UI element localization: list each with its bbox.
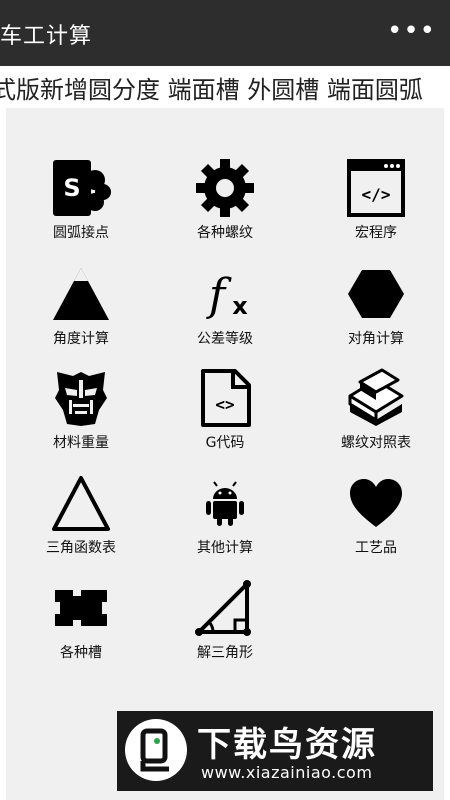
grid-item-material-weight[interactable]: 材料重量	[6, 368, 156, 468]
hexagon-icon	[346, 264, 406, 324]
svg-text:f: f	[206, 270, 232, 321]
function-icon: f x	[195, 264, 255, 324]
right-triangle-icon	[195, 578, 255, 638]
grid-item-craft[interactable]: 工艺品	[301, 473, 450, 573]
grid-item-label: 各种槽	[60, 645, 102, 661]
watermark-brand: 下载鸟资源	[197, 725, 377, 765]
grid-item-angle-calc[interactable]: 角度计算	[6, 264, 156, 364]
android-icon	[195, 473, 255, 533]
grid-item-label: G代码	[205, 435, 245, 451]
heart-icon	[346, 473, 406, 533]
code-window-icon: </>	[346, 158, 406, 218]
transformers-icon	[51, 368, 111, 428]
grid-item-label: 各种螺纹	[197, 225, 253, 241]
grid-item-thread-table[interactable]: 螺纹对照表	[301, 368, 450, 468]
grid-item-label: 对角计算	[348, 331, 404, 347]
svg-text:<>: <>	[215, 395, 234, 414]
gear-icon	[195, 158, 255, 218]
grid-item-label: 材料重量	[53, 435, 109, 451]
grid-item-label: 螺纹对照表	[341, 435, 411, 451]
grid-item-label: 公差等级	[197, 331, 253, 347]
grid-item-label: 圆弧接点	[53, 225, 109, 241]
grid-item-other-calc[interactable]: 其他计算	[150, 473, 300, 573]
grid-item-label: 工艺品	[355, 540, 397, 556]
books-icon	[346, 368, 406, 428]
app-title: 车工计算	[0, 24, 93, 49]
grid-item-threads[interactable]: 各种螺纹	[150, 158, 300, 258]
grid-item-macro[interactable]: </> 宏程序	[301, 158, 450, 258]
grid-item-label: 解三角形	[197, 645, 253, 661]
grid-item-tolerance[interactable]: f x 公差等级	[150, 264, 300, 364]
grid-item-trig-table[interactable]: 三角函数表	[6, 473, 156, 573]
svg-text:</>: </>	[362, 185, 391, 204]
slot-icon	[51, 578, 111, 638]
announcement-text: 式版新增圆分度 端面槽 外圆槽 端面圆弧	[0, 76, 423, 104]
grid-item-label: 宏程序	[355, 225, 397, 241]
announcement-marquee: 式版新增圆分度 端面槽 外圆槽 端面圆弧	[0, 66, 450, 108]
svg-text:x: x	[232, 292, 248, 320]
function-grid: S 圆弧接点 各种螺纹 </> 宏程序 角度计算 f x 公差等级 对角计算 材…	[6, 108, 444, 800]
svg-text:S: S	[63, 174, 80, 202]
triangle-icon	[51, 473, 111, 533]
mountain-icon	[51, 264, 111, 324]
grid-item-diagonal-calc[interactable]: 对角计算	[301, 264, 450, 364]
grid-item-grooves[interactable]: 各种槽	[6, 578, 156, 678]
grid-item-label: 其他计算	[197, 540, 253, 556]
grid-item-arc-contact[interactable]: S 圆弧接点	[6, 158, 156, 258]
watermark-banner: 下载鸟资源 www.xiazainiao.com	[117, 711, 433, 791]
more-menu-button[interactable]: •••	[387, 18, 436, 44]
grid-item-solve-triangle[interactable]: 解三角形	[150, 578, 300, 678]
watermark-url: www.xiazainiao.com	[201, 763, 373, 782]
top-bar: 车工计算 •••	[0, 0, 450, 66]
bird-logo-icon	[125, 719, 187, 781]
grid-item-gcode[interactable]: <> G代码	[150, 368, 300, 468]
grid-item-label: 角度计算	[53, 331, 109, 347]
sharepoint-icon: S	[51, 158, 111, 218]
grid-item-label: 三角函数表	[46, 540, 116, 556]
code-file-icon: <>	[195, 368, 255, 428]
